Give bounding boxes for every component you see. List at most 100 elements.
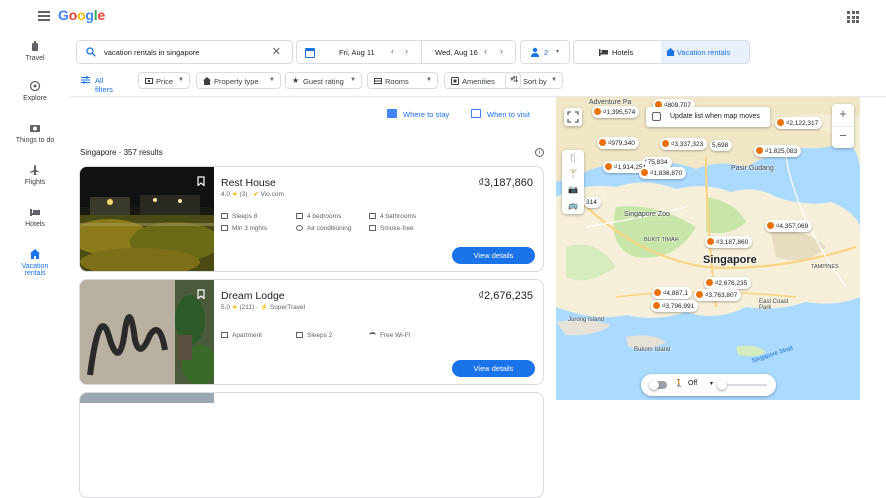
calendar-icon — [305, 48, 315, 58]
zoom-out-button[interactable]: − — [832, 126, 854, 148]
google-logo[interactable]: Google — [58, 7, 105, 23]
listing-card[interactable] — [79, 392, 544, 498]
nav-hotels-label: Hotels — [25, 221, 45, 228]
listing-name[interactable]: Dream Lodge — [221, 290, 285, 302]
rating-value: 4.0 — [221, 191, 231, 198]
tune-icon — [81, 76, 90, 84]
price-filter[interactable]: Price ▼ — [138, 72, 190, 89]
listing-photo[interactable] — [80, 167, 214, 272]
check-out-next-icon[interactable]: › — [500, 46, 503, 56]
check-out-date[interactable]: Wed, Aug 16 — [435, 48, 478, 57]
clear-icon[interactable]: ✕ — [272, 45, 281, 58]
check-in-date[interactable]: Fri, Aug 11 — [339, 48, 375, 57]
expand-map-icon[interactable] — [564, 108, 582, 126]
house-icon — [203, 77, 211, 85]
check-in-prev-icon[interactable]: ‹ — [391, 46, 394, 56]
nav-vacation-rentals[interactable]: Vacation rentals — [0, 248, 85, 277]
view-details-button[interactable]: View details — [452, 247, 535, 264]
map-price-pin[interactable]: ₫2,676,235 — [704, 277, 752, 289]
apps-grid-icon[interactable] — [847, 11, 859, 23]
zoom-in-button[interactable]: + — [832, 104, 854, 126]
search-box[interactable]: vacation rentals in singapore ✕ — [76, 40, 293, 64]
map-price-pin[interactable]: ₫3,337,323 — [660, 138, 708, 150]
map-price-pin[interactable]: ₫3,796,991 — [651, 300, 699, 312]
map-label-jurong: Jurong Island — [568, 317, 605, 323]
hotels-tab[interactable]: Hotels — [574, 41, 661, 63]
walk-icon: 🚶 — [674, 379, 684, 388]
travel-time-slider[interactable] — [717, 380, 767, 390]
map-price-pin[interactable]: ₫1,825,083 — [754, 145, 802, 157]
view-details-button[interactable]: View details — [452, 360, 535, 377]
nav-hotels[interactable]: Hotels — [0, 206, 85, 228]
map-label-pasir-gudang: Pasir Gudang — [731, 165, 774, 172]
hotels-tab-label: Hotels — [612, 48, 634, 57]
star-icon: ★ — [231, 191, 238, 198]
vacation-rentals-tab[interactable]: Vacation rentals — [661, 41, 749, 63]
attraction-icon[interactable]: 📷 — [562, 182, 584, 198]
property-type-filter[interactable]: Property type ▼ — [196, 72, 281, 89]
amenity-label: Air conditioning — [307, 225, 352, 232]
guests-icon — [296, 332, 303, 338]
house-pin-icon — [707, 238, 714, 245]
travel-time-toggle[interactable] — [649, 380, 667, 390]
all-filters-button[interactable]: All filters — [78, 72, 113, 94]
when-to-visit-link[interactable]: When to visit — [471, 109, 530, 119]
listing-card[interactable]: Dream Lodge 5.0 ★ (211) · ⚡ SuperTravel … — [79, 279, 544, 385]
map-view[interactable]: Adventure Pa Pasir Gudang Singapore Zoo … — [556, 97, 860, 400]
map-price-pin[interactable]: ₫1,395,574 — [592, 106, 640, 118]
nav-things-to-do[interactable]: Things to do — [0, 122, 85, 144]
map-price-pin[interactable]: ₫1,836,870 — [639, 167, 687, 179]
date-picker[interactable]: Fri, Aug 11 ‹ › Wed, Aug 16 ‹ › — [296, 40, 516, 64]
nav-travel[interactable]: Travel — [0, 40, 85, 62]
map-price-pin[interactable]: ₫2,122,317 — [775, 117, 823, 129]
check-out-prev-icon[interactable]: ‹ — [484, 46, 487, 56]
amenity-label: 4 bathrooms — [380, 213, 417, 220]
bookmark-icon[interactable] — [196, 176, 206, 186]
nav-explore[interactable]: Explore — [0, 80, 85, 102]
house-pin-icon — [653, 302, 660, 309]
sort-by-filter[interactable]: ⇅ Sort by ▼ — [505, 72, 563, 89]
listing-name[interactable]: Rest House — [221, 177, 276, 189]
listing-card[interactable]: Rest House 4.0 ★ (3) · ✔ Vio.com ₫3,187,… — [79, 166, 544, 272]
amenity-wifi: Free Wi-Fi — [369, 332, 410, 339]
map-price-pin[interactable]: ₫4,887,1 — [652, 287, 693, 299]
map-price-pin[interactable]: ₫979,340 — [597, 137, 639, 149]
info-icon[interactable]: i — [535, 148, 544, 157]
left-nav: Travel Explore Things to do Flights Hote… — [0, 34, 70, 400]
update-list-checkbox[interactable]: Update list when map moves — [646, 107, 770, 127]
where-to-stay-link[interactable]: Where to stay — [387, 109, 449, 119]
map-price-pin[interactable]: ₫3,763,807 — [694, 289, 742, 301]
transit-icon[interactable]: 🚌 — [562, 198, 584, 214]
when-to-visit-label: When to visit — [487, 110, 530, 119]
rating-value: 5.0 — [221, 304, 231, 311]
guests-selector[interactable]: 2 ▾ — [520, 40, 570, 64]
rooms-filter[interactable]: Rooms ▼ — [367, 72, 438, 89]
bar-icon[interactable]: 🍸 — [562, 166, 584, 182]
search-input[interactable]: vacation rentals in singapore — [104, 48, 199, 57]
travel-time-state: Off — [688, 380, 698, 387]
check-in-next-icon[interactable]: › — [405, 46, 408, 56]
bookmark-icon[interactable] — [196, 289, 206, 299]
map-price-pin[interactable]: 5,698 — [710, 140, 733, 151]
house-pin-icon — [662, 140, 669, 147]
person-icon — [531, 47, 539, 57]
listing-photo[interactable] — [80, 280, 214, 385]
map-price-pin[interactable]: ₫4,357,069 — [765, 220, 813, 232]
top-bar: Google — [0, 0, 886, 34]
listing-price: ₫2,676,235 — [478, 290, 533, 302]
restaurant-icon[interactable]: 🍴 — [562, 150, 584, 166]
map-price-pin[interactable]: ₫3,187,860 — [705, 236, 753, 248]
amenity-label: Free Wi-Fi — [380, 332, 411, 339]
checkbox-icon[interactable] — [652, 112, 661, 121]
building-icon — [221, 332, 228, 338]
price-icon — [145, 78, 153, 84]
map-price-pin[interactable]: 314 — [584, 197, 601, 208]
nav-flights[interactable]: Flights — [0, 164, 85, 186]
menu-icon[interactable] — [38, 11, 50, 21]
amenity-label: Min 3 nights — [232, 225, 268, 232]
listing-photo[interactable] — [80, 393, 214, 403]
amenity-min-nights: Min 3 nights — [221, 225, 267, 232]
house-pin-icon — [756, 147, 763, 154]
guest-rating-filter[interactable]: ★ Guest rating ▼ — [285, 72, 362, 89]
chevron-down-icon[interactable]: ▾ — [710, 380, 713, 387]
